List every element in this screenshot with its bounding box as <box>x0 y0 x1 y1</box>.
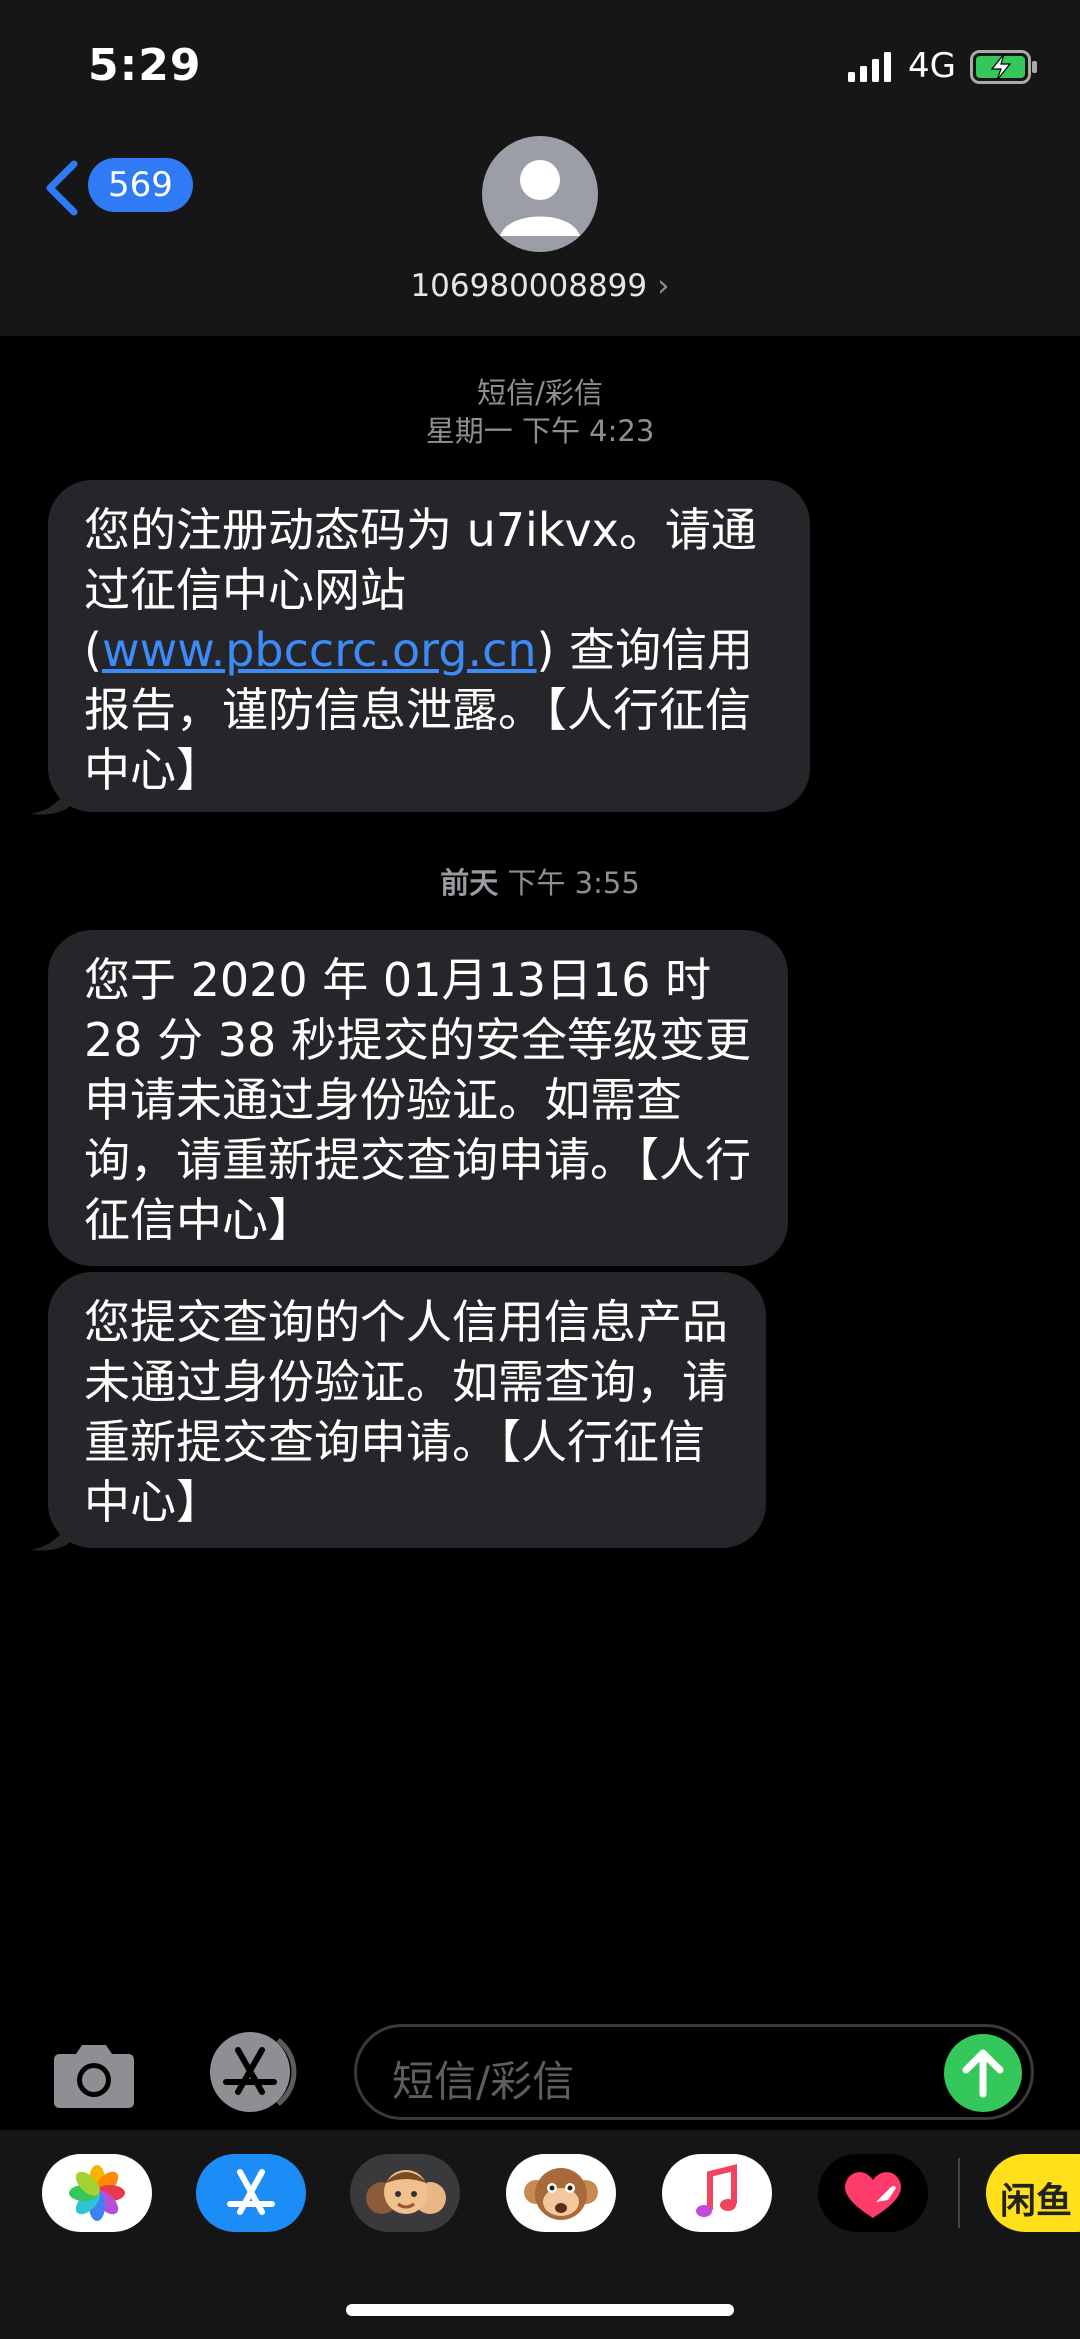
camera-icon[interactable] <box>48 2042 140 2110</box>
signal-icon <box>848 52 891 82</box>
digital-touch-icon[interactable] <box>818 2154 928 2232</box>
message-bubble[interactable]: 您的注册动态码为 u7ikvx。请通过征信中心网站(www.pbccrc.org… <box>48 480 810 812</box>
home-indicator[interactable] <box>346 2304 734 2316</box>
xianyu-icon[interactable]: 闲鱼 <box>986 2154 1080 2232</box>
memoji-icon[interactable] <box>350 2154 460 2232</box>
photos-icon[interactable] <box>42 2154 152 2232</box>
network-label: 4G <box>908 46 956 86</box>
send-button[interactable] <box>944 2034 1022 2112</box>
status-time: 5:29 <box>88 40 202 91</box>
back-unread-badge[interactable]: 569 <box>88 158 193 212</box>
message-input-placeholder: 短信/彩信 <box>392 2057 575 2106</box>
timestamp: 前天 下午 3:55 <box>440 866 640 900</box>
service-label: 短信/彩信 <box>477 376 603 410</box>
app-store-button-icon[interactable] <box>200 2030 308 2114</box>
chevron-right-icon: › <box>657 268 670 304</box>
contact-name[interactable]: 106980008899 › <box>0 268 1080 304</box>
battery-charging-icon <box>970 50 1037 84</box>
message-link[interactable]: www.pbccrc.org.cn <box>102 623 537 677</box>
person-icon <box>500 160 580 236</box>
animoji-icon[interactable] <box>506 2154 616 2232</box>
contact-avatar[interactable] <box>482 136 598 252</box>
drawer-divider <box>958 2158 960 2228</box>
timestamp: 星期一 下午 4:23 <box>425 414 655 448</box>
back-chevron-icon[interactable] <box>40 158 86 218</box>
message-bubble[interactable]: 您提交查询的个人信用信息产品未通过身份验证。如需查询，请重新提交查询申请。【人行… <box>48 1272 766 1548</box>
arrow-up-icon <box>962 2049 1004 2098</box>
message-bubble[interactable]: 您于 2020 年 01月13日16 时 28 分 38 秒提交的安全等级变更申… <box>48 930 788 1266</box>
music-icon[interactable] <box>662 2154 772 2232</box>
app-store-icon[interactable] <box>196 2154 306 2232</box>
